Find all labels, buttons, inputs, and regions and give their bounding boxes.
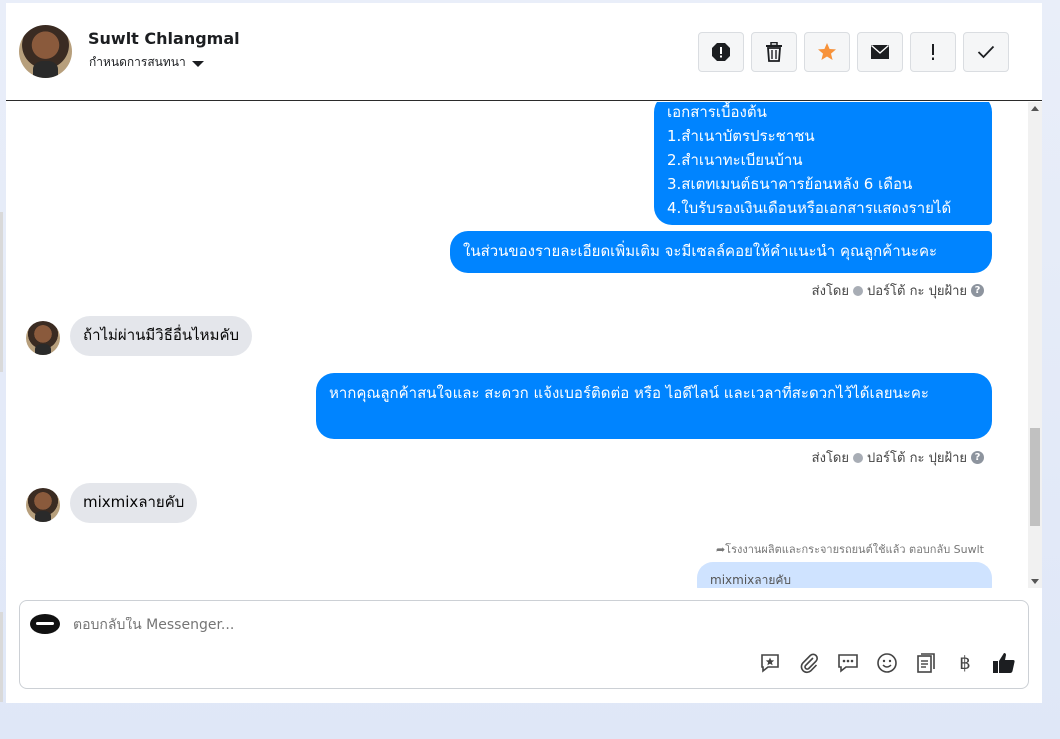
sent-status-icon bbox=[853, 285, 863, 296]
report-button[interactable] bbox=[698, 32, 744, 72]
header-toolbar bbox=[698, 32, 1009, 72]
contact-avatar[interactable] bbox=[19, 25, 72, 78]
sender-name: ปอร์โต้ กะ ปุยฝ้าย bbox=[867, 451, 967, 466]
quoted-reply-bubble[interactable]: mixmixลายคับ bbox=[697, 562, 992, 588]
sender-name: ปอร์โต้ กะ ปุยฝ้าย bbox=[867, 284, 967, 299]
conversation-settings-dropdown[interactable]: กำหนดการสนทนา bbox=[89, 53, 204, 72]
help-icon[interactable]: ? bbox=[971, 451, 984, 464]
window-edge bbox=[0, 212, 3, 372]
email-button[interactable] bbox=[857, 32, 903, 72]
saved-reply-icon bbox=[761, 654, 779, 673]
reply-input[interactable] bbox=[73, 617, 773, 633]
help-icon[interactable]: ? bbox=[971, 284, 984, 297]
message-composer: ฿ bbox=[19, 600, 1029, 689]
message-sender-meta: ส่งโดย ปอร์โต้ กะ ปุยฝ้าย ? bbox=[812, 280, 984, 301]
contact-avatar-small bbox=[26, 488, 60, 522]
check-icon bbox=[977, 45, 995, 59]
incoming-message[interactable]: mixmixลายคับ bbox=[70, 483, 198, 523]
incoming-message[interactable]: ถ้าไม่ผ่านมีวิธีอื่นไหมคับ bbox=[70, 316, 253, 356]
sent-by-label: ส่งโดย bbox=[811, 284, 849, 299]
emoji-button[interactable] bbox=[875, 651, 899, 675]
chat-icon bbox=[838, 654, 858, 673]
sent-status-icon bbox=[853, 452, 863, 463]
message-line: 3.สเตทเมนต์ธนาคารย้อนหลัง 6 เดือน bbox=[667, 175, 913, 193]
conversation-panel: Suwlt Chlangmal กำหนดการสนทนา เอกสารเบื้… bbox=[6, 3, 1042, 703]
message-line: 4.ใบรับรองเงินเดือนหรือเอกสารแสดงรายได้ bbox=[667, 199, 952, 217]
emoji-icon bbox=[877, 653, 897, 673]
message-thread: เอกสารเบื้องต้น 1.สำเนาบัตรประชาชน 2.สำเ… bbox=[6, 102, 1028, 588]
like-icon bbox=[993, 653, 1015, 673]
notes-button[interactable] bbox=[914, 651, 938, 675]
notes-icon bbox=[917, 653, 935, 673]
baht-icon: ฿ bbox=[959, 652, 971, 674]
star-button[interactable] bbox=[804, 32, 850, 72]
window-edge bbox=[0, 612, 3, 702]
mark-done-button[interactable] bbox=[963, 32, 1009, 72]
quick-reply-button[interactable] bbox=[836, 651, 860, 675]
report-icon bbox=[712, 43, 730, 61]
star-icon bbox=[818, 43, 836, 60]
caret-down-icon bbox=[191, 60, 204, 67]
contact-name[interactable]: Suwlt Chlangmal bbox=[88, 29, 240, 48]
attachment-icon bbox=[800, 653, 818, 674]
saved-reply-button[interactable] bbox=[758, 651, 782, 675]
mark-important-button[interactable] bbox=[910, 32, 956, 72]
outgoing-message-documents[interactable]: เอกสารเบื้องต้น 1.สำเนาบัตรประชาชน 2.สำเ… bbox=[654, 102, 992, 225]
page-logo bbox=[30, 614, 60, 634]
scrollbar-thumb[interactable] bbox=[1030, 428, 1040, 526]
like-button[interactable] bbox=[992, 651, 1016, 675]
composer-toolbar: ฿ bbox=[758, 651, 1016, 675]
attach-button[interactable] bbox=[797, 651, 821, 675]
conversation-settings-label: กำหนดการสนทนา bbox=[89, 55, 186, 69]
reply-context: ➦โรงงานผลิตและกระจายรถยนต์ใช้แล้ว ตอบกลั… bbox=[716, 540, 984, 558]
scroll-up-arrow-icon[interactable] bbox=[1031, 106, 1039, 111]
sent-by-label: ส่งโดย bbox=[811, 451, 849, 466]
message-line: เอกสารเบื้องต้น bbox=[667, 103, 767, 121]
outgoing-message-interest[interactable]: หากคุณลูกค้าสนใจและ สะดวก แจ้งเบอร์ติดต่… bbox=[316, 373, 992, 439]
reply-note-text: โรงงานผลิตและกระจายรถยนต์ใช้แล้ว ตอบกลับ… bbox=[725, 543, 984, 556]
payment-button[interactable]: ฿ bbox=[953, 651, 977, 675]
contact-avatar-small bbox=[26, 321, 60, 355]
envelope-icon bbox=[871, 44, 889, 59]
message-line: 2.สำเนาทะเบียนบ้าน bbox=[667, 151, 803, 169]
reply-arrow-icon: ➦ bbox=[715, 543, 726, 556]
scroll-down-arrow-icon[interactable] bbox=[1031, 579, 1039, 584]
trash-icon bbox=[766, 42, 782, 62]
conversation-header: Suwlt Chlangmal กำหนดการสนทนา bbox=[6, 3, 1042, 101]
outgoing-message-details[interactable]: ในส่วนของรายละเอียดเพิ่มเติม จะมีเซลล์คอ… bbox=[450, 231, 992, 273]
exclamation-icon bbox=[932, 44, 934, 60]
message-sender-meta: ส่งโดย ปอร์โต้ กะ ปุยฝ้าย ? bbox=[812, 447, 984, 468]
message-line: 1.สำเนาบัตรประชาชน bbox=[667, 127, 815, 145]
message-scrollbar[interactable] bbox=[1028, 102, 1042, 588]
delete-button[interactable] bbox=[751, 32, 797, 72]
